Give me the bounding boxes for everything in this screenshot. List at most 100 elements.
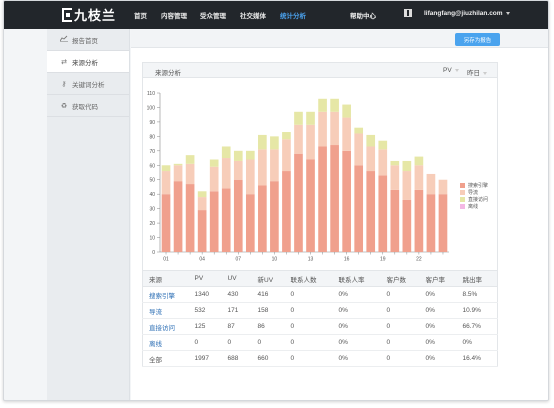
column-header[interactable]: 新UV [251, 270, 285, 287]
y-tick-label: 0 [152, 250, 155, 256]
table-cell: 0 [284, 318, 333, 335]
help-center-link[interactable]: 帮助中心 [350, 10, 376, 20]
recycle-icon: ♻ [60, 102, 68, 110]
save-as-report-button[interactable]: 另存为报告 [455, 33, 500, 46]
user-menu[interactable]: lifangfang@jiuzhilan.com [424, 10, 510, 17]
bar-segment [402, 171, 412, 200]
bar-segment [438, 179, 448, 195]
table-cell: 688 [221, 350, 252, 367]
bar-segment [270, 136, 279, 150]
column-header[interactable]: 客户数 [380, 270, 420, 287]
legend-swatch [460, 183, 465, 188]
bar-segment [185, 184, 195, 252]
column-header[interactable]: UV [221, 270, 252, 287]
y-tick-label: 100 [147, 105, 156, 111]
bar-segment [390, 165, 400, 190]
column-header[interactable]: 联系人率 [332, 270, 381, 287]
nav-social-media[interactable]: 社交媒体 [240, 10, 266, 20]
table-cell: 0 [380, 286, 420, 303]
bar-segment [402, 199, 412, 252]
table-cell: 1997 [188, 350, 222, 367]
bar-segment [330, 111, 339, 146]
bar-segment [342, 150, 351, 252]
sidebar-item-keyword-analysis[interactable]: ⚷ 关键词分析 [47, 73, 129, 95]
bar-segment [161, 171, 171, 195]
table-cell: 8.5% [456, 286, 498, 303]
bar-segment [258, 185, 267, 252]
brand-logo[interactable]: 九枝兰 [62, 7, 116, 23]
x-tick-label: 22 [416, 257, 422, 263]
legend-label: 离线 [468, 204, 479, 210]
nav-statistics[interactable]: 统计分析 [280, 10, 306, 20]
x-tick-label: 01 [163, 257, 169, 263]
legend-item-direct-nav[interactable]: 导流 [460, 189, 488, 196]
bar-segment [414, 189, 424, 252]
sidebar-item-label: 报告首页 [72, 37, 98, 45]
date-range-value: 昨日 [467, 70, 480, 77]
shuffle-icon: ⇄ [61, 58, 67, 66]
bar-segment [426, 173, 436, 195]
column-header[interactable]: 客户率 [419, 270, 457, 287]
bar-segment [366, 171, 376, 252]
date-range-dropdown[interactable]: 昨日 [467, 67, 487, 77]
sidebar-item-label: 获取代码 [72, 103, 98, 111]
table-row: 搜索引擎 1340 430 416 0 0% 0 0% 8.5% [142, 286, 498, 303]
bar-segment [294, 153, 303, 252]
metric-dropdown[interactable]: PV [443, 67, 459, 74]
bar-segment [197, 197, 207, 211]
bar-segment [390, 189, 400, 252]
y-tick-label: 70 [149, 149, 155, 155]
column-header[interactable]: 跳出率 [456, 270, 498, 287]
table-cell: 10.9% [456, 302, 498, 319]
toolbar: 另存为报告 [131, 29, 548, 48]
nav-home[interactable]: 首页 [134, 10, 147, 20]
key-icon: ⚷ [61, 80, 67, 88]
column-header[interactable]: 来源 [142, 270, 189, 287]
app-window: 九枝兰 首页 内容管理 受众管理 社交媒体 统计分析 帮助中心 lifangfa… [3, 0, 549, 401]
bar-segment [173, 165, 183, 182]
legend-item-offline[interactable]: 离线 [460, 203, 488, 210]
sidebar-item-report-home[interactable]: 报告首页 [47, 29, 129, 51]
bar-segment [294, 111, 303, 125]
table-row-total: 全部 1997 688 660 0 0% 0 0% 16.4% [142, 350, 498, 367]
bar-segment [245, 194, 255, 252]
column-header[interactable]: PV [188, 270, 222, 287]
bar-segment [197, 191, 207, 198]
bar-segment [366, 134, 376, 147]
table-cell: 0% [456, 334, 498, 351]
source-link[interactable]: 导流 [142, 302, 189, 319]
table-cell: 125 [188, 318, 222, 335]
table-cell: 0 [284, 350, 333, 367]
table-cell: 532 [188, 302, 222, 319]
legend-label: 搜索引擎 [468, 183, 489, 189]
bar-segment [245, 159, 255, 195]
table-cell: 16.4% [456, 350, 498, 367]
bar-segment [330, 98, 339, 112]
sidebar-item-get-code[interactable]: ♻ 获取代码 [47, 95, 129, 117]
metric-dropdown-value: PV [443, 67, 452, 74]
bar-segment [233, 179, 243, 252]
legend-item-search[interactable]: 搜索引擎 [460, 182, 488, 189]
source-link[interactable]: 直接访问 [142, 318, 189, 335]
legend-item-direct-visit[interactable]: 直接访问 [460, 196, 488, 203]
nav-audience-management[interactable]: 受众管理 [200, 10, 226, 20]
bar-segment [282, 132, 291, 140]
source-link[interactable]: 离线 [142, 334, 189, 351]
legend-swatch [460, 204, 465, 209]
bar-segment [270, 149, 279, 182]
bar-segment [245, 150, 255, 160]
logo-icon [62, 7, 72, 22]
y-tick-label: 30 [149, 207, 155, 213]
panel-title: 来源分析 [155, 70, 181, 77]
source-link[interactable]: 搜索引擎 [142, 286, 189, 303]
table-header-row: 来源 PV UV 新UV 联系人数 联系人率 客户数 客户率 跳出率 [142, 270, 498, 287]
sidebar-item-source-analysis[interactable]: ⇄ 来源分析 [47, 51, 129, 73]
user-email: lifangfang@jiuzhilan.com [424, 10, 503, 17]
bar-segment [414, 165, 424, 190]
bar-segment [173, 163, 183, 166]
column-header[interactable]: 联系人数 [284, 270, 333, 287]
qr-code-icon[interactable] [404, 9, 412, 17]
source-table: 来源 PV UV 新UV 联系人数 联系人率 客户数 客户率 跳出率 搜索引擎 … [142, 270, 498, 367]
bar-segment [294, 124, 303, 154]
nav-content-management[interactable]: 内容管理 [161, 10, 187, 20]
